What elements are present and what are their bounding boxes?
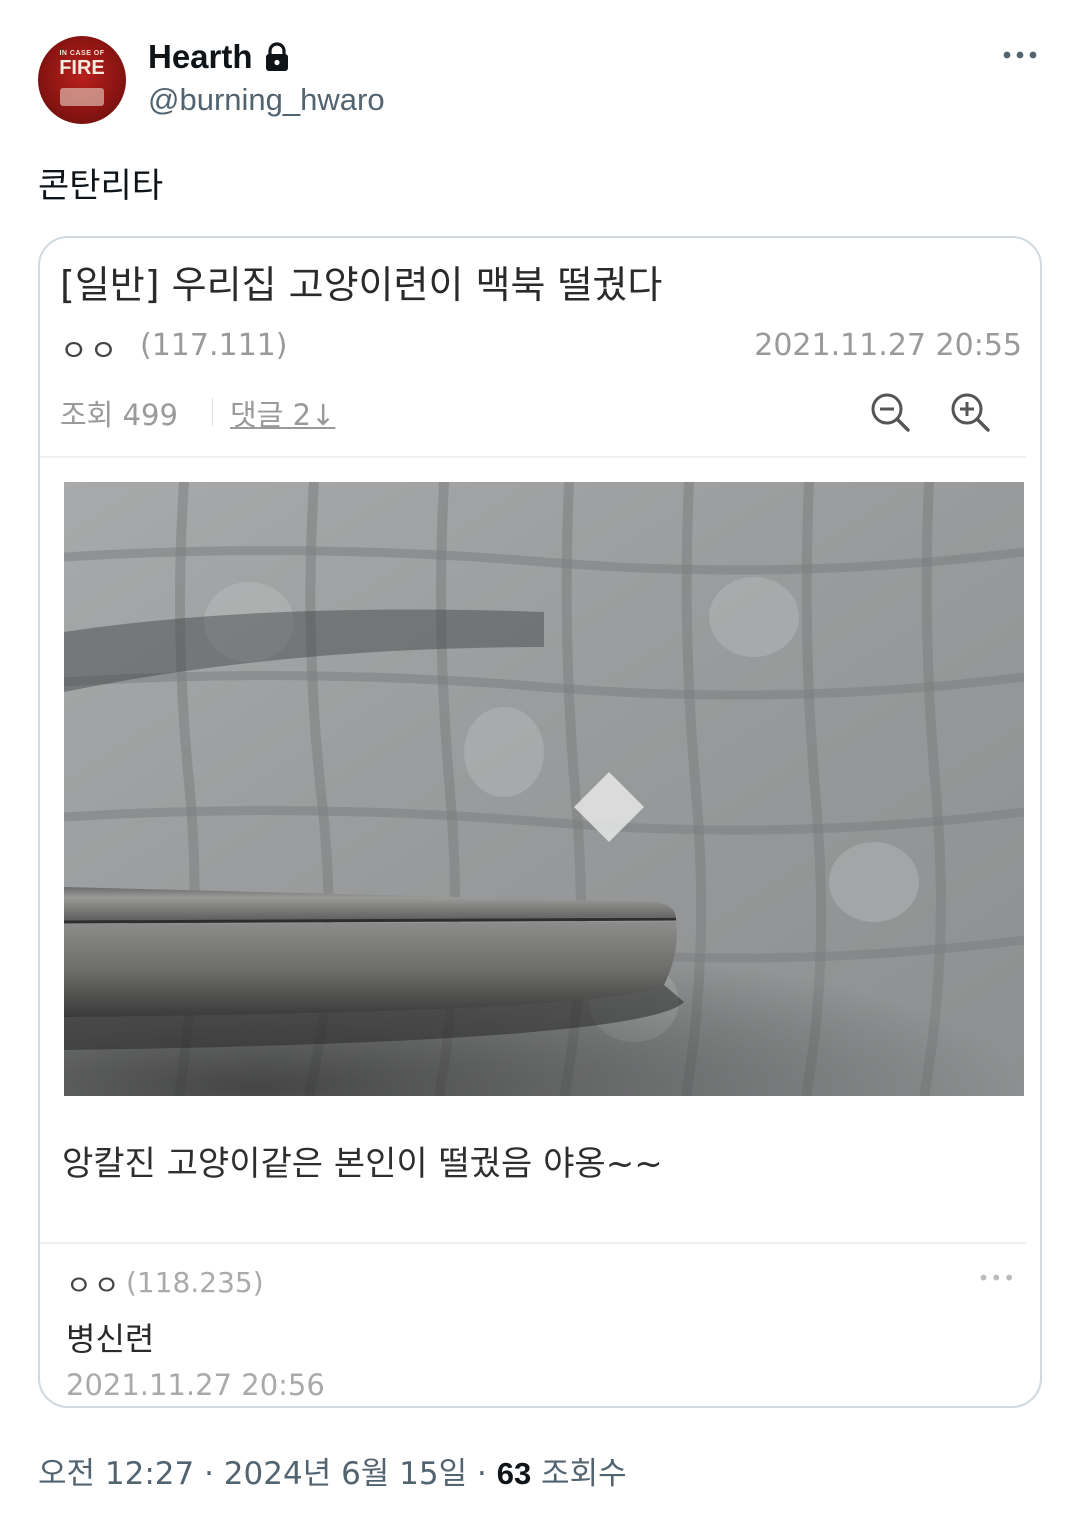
post-stats: 조회 499 댓글 2↓	[60, 390, 1022, 434]
post-title: [일반] 우리집 고양이련이 맥북 떨궜다	[60, 263, 663, 307]
post-author: ㅇㅇ	[60, 334, 120, 369]
avatar-glass	[60, 88, 104, 106]
avatar-sign-big: FIRE	[59, 57, 105, 79]
comment-date: 2021.11.27 20:56	[66, 1368, 325, 1402]
divider	[40, 456, 1026, 458]
name-row: Hearth	[148, 38, 291, 76]
post-photo	[64, 482, 1024, 1096]
post-comments-link: 댓글 2↓	[230, 398, 336, 432]
avatar-sign-small: IN CASE OF	[59, 50, 105, 57]
zoom-in-icon	[951, 393, 990, 432]
views-count: 63	[496, 1456, 532, 1491]
post-author-ip: (117.111)	[140, 328, 288, 363]
comment-ip: (118.235)	[126, 1266, 264, 1299]
user-handle[interactable]: @burning_hwaro	[148, 82, 385, 118]
tweet-time[interactable]: 오전 12:27	[38, 1456, 194, 1492]
tweet-media[interactable]: [일반] 우리집 고양이련이 맥북 떨궜다 ㅇㅇ (117.111) 2021.…	[38, 236, 1042, 1408]
tweet-date[interactable]: 2024년 6월 15일	[224, 1456, 467, 1492]
tweet-header: IN CASE OF FIRE Hearth @burning_hwaro	[38, 36, 1042, 126]
views-label: 조회수	[541, 1456, 627, 1492]
tweet-footer: 오전 12:27 · 2024년 6월 15일 · 63 조회수	[38, 1448, 627, 1493]
lock-icon	[265, 42, 288, 71]
zoom-out-icon	[871, 393, 910, 432]
comment-text: 병신련	[66, 1320, 155, 1358]
stats-divider	[212, 398, 213, 426]
divider	[40, 1242, 1026, 1244]
post-caption: 앙칼진 고양이같은 본인이 떨궜음 야옹~~	[62, 1144, 663, 1184]
more-options-icon[interactable]	[1002, 48, 1038, 62]
comment-author: ㅇㅇ	[66, 1269, 122, 1302]
tweet-text: 콘탄리타	[38, 166, 164, 206]
footer-separator: ·	[467, 1456, 497, 1492]
display-name[interactable]: Hearth	[148, 38, 253, 76]
post-date: 2021.11.27 20:55	[754, 328, 1022, 363]
footer-separator: ·	[194, 1456, 224, 1492]
comment-more-icon: •••	[977, 1266, 1016, 1290]
avatar[interactable]: IN CASE OF FIRE	[38, 36, 126, 124]
post-views: 조회 499	[60, 398, 178, 432]
post-meta: ㅇㅇ (117.111) 2021.11.27 20:55	[60, 326, 1022, 369]
